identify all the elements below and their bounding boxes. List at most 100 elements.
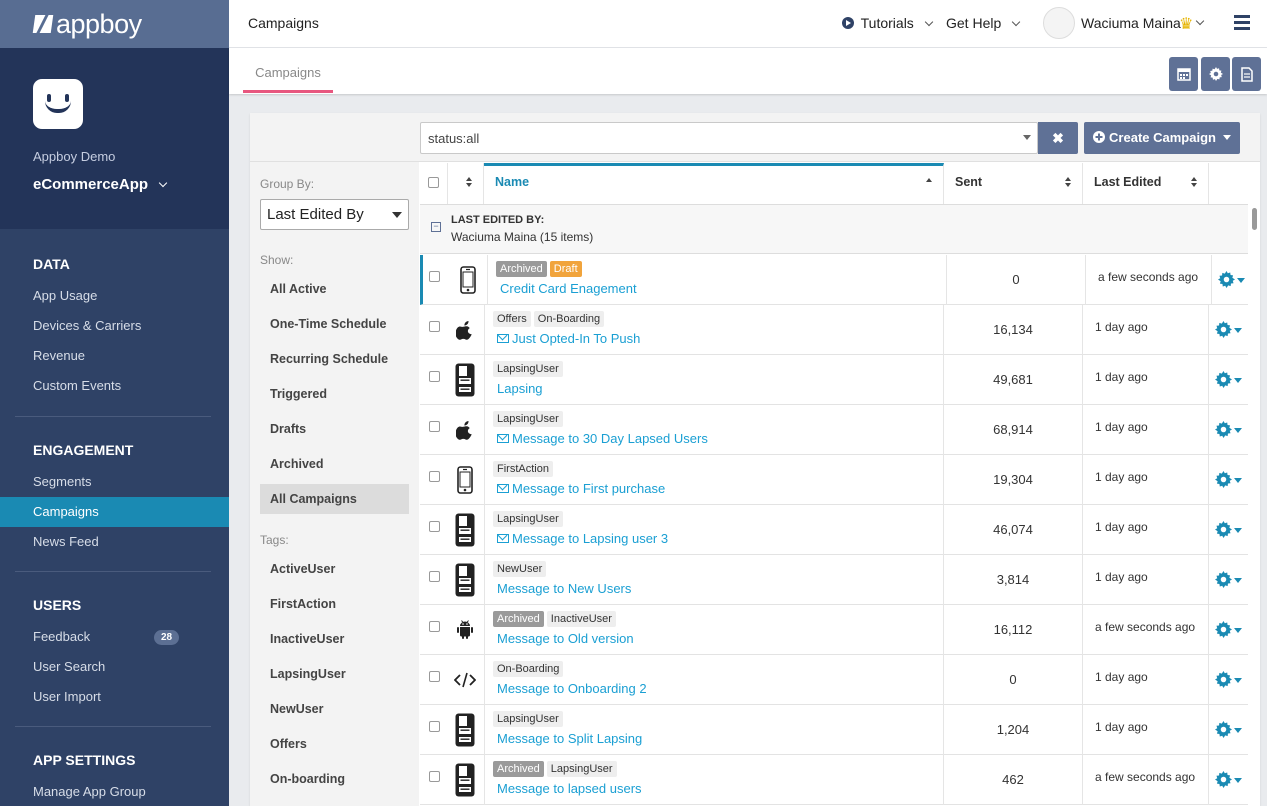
calendar-button[interactable] xyxy=(1169,57,1198,91)
row-actions-button[interactable] xyxy=(1209,519,1248,539)
show-filter-triggered[interactable]: Triggered xyxy=(260,379,409,409)
draft-badge[interactable]: Draft xyxy=(549,261,582,277)
row-checkbox[interactable] xyxy=(429,771,440,782)
tag-badge[interactable]: Offers xyxy=(493,311,531,327)
report-button[interactable] xyxy=(1232,57,1261,91)
row-checkbox[interactable] xyxy=(429,421,440,432)
campaign-name-link[interactable]: Message to First purchase xyxy=(497,481,665,496)
campaign-name-link[interactable]: Message to Lapsing user 3 xyxy=(497,531,668,546)
user-menu-chevron[interactable] xyxy=(1195,14,1205,30)
row-actions-button[interactable] xyxy=(1209,769,1248,789)
sidebar-item-segments[interactable]: Segments xyxy=(0,467,229,497)
avatar[interactable] xyxy=(1043,7,1075,39)
tag-filter-newuser[interactable]: NewUser xyxy=(260,694,409,724)
clear-filter-button[interactable]: ✖ xyxy=(1038,122,1078,154)
sidebar-item-revenue[interactable]: Revenue xyxy=(0,341,229,371)
show-filter-archived[interactable]: Archived xyxy=(260,449,409,479)
tag-badge[interactable]: On-Boarding xyxy=(533,311,605,327)
campaign-name-link[interactable]: Message to lapsed users xyxy=(497,781,642,796)
tag-badge[interactable]: NewUser xyxy=(493,561,547,577)
tag-badge[interactable]: LapsingUser xyxy=(493,411,563,427)
archived-badge[interactable]: Archived xyxy=(493,611,544,627)
campaign-name-link[interactable]: Credit Card Enagement xyxy=(500,281,637,296)
sidebar-item-devices-carriers[interactable]: Devices & Carriers xyxy=(0,311,229,341)
tag-filter-on-boarding[interactable]: On-boarding xyxy=(260,764,409,794)
sidebar-item-news-feed[interactable]: News Feed xyxy=(0,527,229,557)
row-checkbox[interactable] xyxy=(429,621,440,632)
table-row[interactable]: Archived Draft Credit Card Enagement 0 a few… xyxy=(420,255,1248,305)
tag-badge[interactable]: InactiveUser xyxy=(546,611,616,627)
tag-badge[interactable]: On-Boarding xyxy=(493,661,564,677)
tag-badge[interactable]: FirstAction xyxy=(493,461,553,477)
scrollbar[interactable] xyxy=(1252,208,1257,230)
row-actions-button[interactable] xyxy=(1209,319,1248,339)
tag-filter-firstaction[interactable]: FirstAction xyxy=(260,589,409,619)
show-filter-all-active[interactable]: All Active xyxy=(260,274,409,304)
archived-badge[interactable]: Archived xyxy=(496,261,547,277)
table-row[interactable]: Archived LapsingUser Message to lapsed use… xyxy=(420,755,1248,805)
create-campaign-button[interactable]: Create Campaign xyxy=(1084,122,1240,154)
column-last-edited[interactable]: Last Edited xyxy=(1083,163,1209,204)
row-checkbox[interactable] xyxy=(429,671,440,682)
row-checkbox[interactable] xyxy=(429,371,440,382)
user-menu[interactable]: Waciuma Maina xyxy=(1081,15,1181,31)
app-switcher[interactable]: eCommerceApp xyxy=(33,176,168,193)
table-row[interactable]: NewUser Message to New Users 3,814 1 day ag… xyxy=(420,555,1248,605)
sidebar-item-app-usage[interactable]: App Usage xyxy=(0,281,229,311)
show-filter-all-campaigns[interactable]: All Campaigns xyxy=(260,484,409,514)
sidebar-item-user-import[interactable]: User Import xyxy=(0,682,229,712)
row-actions-button[interactable] xyxy=(1209,569,1248,589)
select-all-checkbox[interactable] xyxy=(428,177,439,188)
campaign-name-link[interactable]: Message to New Users xyxy=(497,581,631,596)
row-checkbox[interactable] xyxy=(429,521,440,532)
sidebar-item-manage-app-group[interactable]: Manage App Group xyxy=(0,777,229,806)
sidebar-item-user-search[interactable]: User Search xyxy=(0,652,229,682)
show-filter-drafts[interactable]: Drafts xyxy=(260,414,409,444)
search-input[interactable] xyxy=(420,122,1038,154)
campaign-name-link[interactable]: Just Opted-In To Push xyxy=(497,331,640,346)
table-row[interactable]: Offers On-Boarding Just Opted-In To Push 16… xyxy=(420,305,1248,355)
show-filter-recurring-schedule[interactable]: Recurring Schedule xyxy=(260,344,409,374)
sidebar-item-feedback[interactable]: Feedback 28 xyxy=(0,622,229,652)
platform-column-header[interactable] xyxy=(448,163,484,204)
column-name[interactable]: Name xyxy=(484,163,944,204)
appboy-logo[interactable]: appboy xyxy=(0,0,229,48)
row-checkbox[interactable] xyxy=(429,571,440,582)
campaign-name-link[interactable]: Lapsing xyxy=(497,381,543,396)
get-help-menu[interactable]: Get Help xyxy=(946,15,1021,31)
tag-badge[interactable]: LapsingUser xyxy=(493,361,563,377)
table-row[interactable]: LapsingUser Lapsing 49,681 1 day ago xyxy=(420,355,1248,405)
tag-filter-offers[interactable]: Offers xyxy=(260,729,409,759)
group-by-select[interactable]: Last Edited By xyxy=(260,199,409,230)
campaign-name-link[interactable]: Message to Old version xyxy=(497,631,634,646)
campaign-name-link[interactable]: Message to Split Lapsing xyxy=(497,731,642,746)
column-sent[interactable]: Sent xyxy=(944,163,1083,204)
tutorials-menu[interactable]: Tutorials xyxy=(842,15,933,31)
tag-filter-activeuser[interactable]: ActiveUser xyxy=(260,554,409,584)
campaign-name-link[interactable]: Message to 30 Day Lapsed Users xyxy=(497,431,708,446)
table-row[interactable]: On-Boarding Message to Onboarding 2 01 day… xyxy=(420,655,1248,705)
table-row[interactable]: LapsingUser Message to Lapsing user 3 46,0… xyxy=(420,505,1248,555)
sidebar-item-campaigns[interactable]: Campaigns xyxy=(0,497,229,527)
tag-filter-lapsinguser[interactable]: LapsingUser xyxy=(260,659,409,689)
row-actions-button[interactable] xyxy=(1212,269,1251,289)
table-row[interactable]: LapsingUser Message to Split Lapsing 1,204… xyxy=(420,705,1248,755)
tag-badge[interactable]: LapsingUser xyxy=(493,511,563,527)
hamburger-menu-icon[interactable] xyxy=(1234,15,1250,30)
archived-badge[interactable]: Archived xyxy=(493,761,544,777)
collapse-icon[interactable]: − xyxy=(431,222,441,232)
tag-filter-inactiveuser[interactable]: InactiveUser xyxy=(260,624,409,654)
row-actions-button[interactable] xyxy=(1209,469,1248,489)
tag-badge[interactable]: LapsingUser xyxy=(493,711,563,727)
show-filter-one-time-schedule[interactable]: One-Time Schedule xyxy=(260,309,409,339)
chevron-down-icon[interactable] xyxy=(1023,135,1031,140)
row-actions-button[interactable] xyxy=(1209,419,1248,439)
row-actions-button[interactable] xyxy=(1209,619,1248,639)
row-actions-button[interactable] xyxy=(1209,369,1248,389)
row-checkbox[interactable] xyxy=(429,271,440,282)
row-actions-button[interactable] xyxy=(1209,719,1248,739)
campaign-name-link[interactable]: Message to Onboarding 2 xyxy=(497,681,647,696)
tag-badge[interactable]: LapsingUser xyxy=(546,761,617,777)
row-checkbox[interactable] xyxy=(429,321,440,332)
table-row[interactable]: LapsingUser Message to 30 Day Lapsed User… xyxy=(420,405,1248,455)
